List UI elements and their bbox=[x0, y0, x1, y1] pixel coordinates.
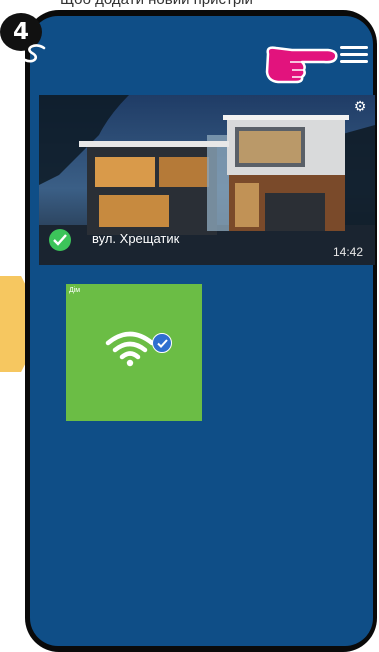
pointing-hand-icon bbox=[265, 46, 338, 84]
house-time: 14:42 bbox=[332, 245, 363, 259]
tile-label: Дім bbox=[69, 287, 81, 294]
hamburger-menu-icon[interactable] bbox=[340, 46, 368, 66]
house-photo bbox=[39, 95, 375, 265]
check-badge-icon bbox=[152, 333, 172, 353]
device-tile-home[interactable]: Дім bbox=[66, 284, 202, 421]
house-name: вул. Хрещатик bbox=[92, 231, 180, 246]
gear-icon[interactable]: ⚙ bbox=[351, 97, 369, 115]
house-card[interactable]: ⚙ вул. Хрещатик 14:42 bbox=[39, 95, 375, 265]
salus-logo-icon bbox=[23, 44, 46, 63]
check-circle-icon bbox=[49, 229, 71, 251]
